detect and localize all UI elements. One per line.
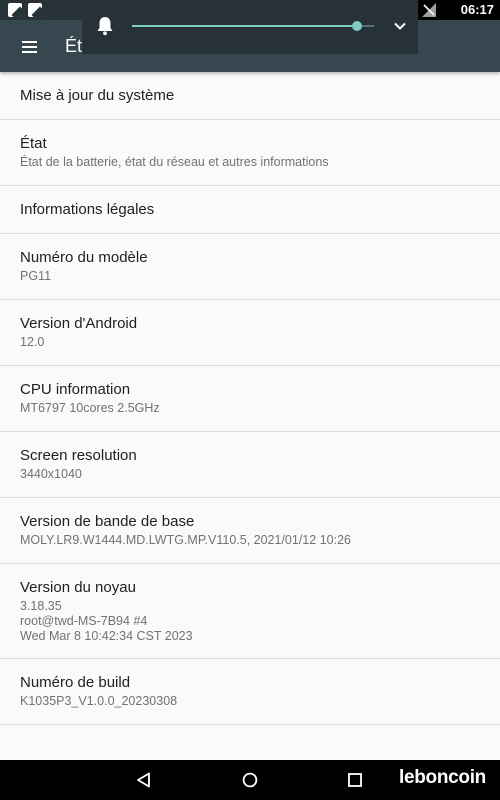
notification-icon bbox=[8, 3, 22, 17]
setting-value: K1035P3_V1.0.0_20230308 bbox=[20, 694, 178, 708]
setting-cpu-info[interactable]: CPU information MT6797 10cores 2.5GHz bbox=[0, 366, 500, 432]
chevron-down-icon[interactable] bbox=[393, 19, 407, 33]
notification-icon bbox=[28, 3, 42, 17]
setting-title: CPU information bbox=[20, 381, 131, 398]
setting-legal-info[interactable]: Informations légales bbox=[0, 186, 500, 234]
setting-title: Numéro de build bbox=[20, 674, 131, 691]
setting-value-line: 3.18.35 bbox=[20, 599, 62, 613]
setting-value: MT6797 10cores 2.5GHz bbox=[20, 401, 160, 415]
setting-value-line: Wed Mar 8 10:42:34 CST 2023 bbox=[20, 629, 193, 643]
setting-value: 3440x1040 bbox=[20, 467, 82, 481]
volume-fill bbox=[132, 25, 358, 27]
setting-build-number[interactable]: Numéro de build K1035P3_V1.0.0_20230308 bbox=[0, 659, 500, 725]
volume-thumb[interactable] bbox=[352, 21, 363, 31]
setting-screen-resolution[interactable]: Screen resolution 3440x1040 bbox=[0, 432, 500, 498]
system-icons: 06:17 bbox=[418, 0, 500, 20]
setting-title: Version d'Android bbox=[20, 315, 138, 332]
no-signal-icon bbox=[422, 3, 436, 17]
setting-status[interactable]: État État de la batterie, état du réseau… bbox=[0, 120, 500, 186]
home-icon[interactable] bbox=[242, 772, 258, 788]
setting-summary: État de la batterie, état du réseau et a… bbox=[20, 155, 329, 169]
setting-baseband-version[interactable]: Version de bande de base MOLY.LR9.W1444.… bbox=[0, 498, 500, 564]
setting-title: Version du noyau bbox=[20, 579, 136, 596]
menu-icon[interactable] bbox=[20, 38, 40, 54]
setting-title: Informations légales bbox=[20, 201, 155, 218]
back-icon[interactable] bbox=[136, 772, 152, 788]
setting-system-update[interactable]: Mise à jour du système bbox=[0, 72, 500, 120]
volume-panel bbox=[82, 0, 418, 54]
setting-value-line: root@twd-MS-7B94 #4 bbox=[20, 614, 148, 628]
setting-android-version[interactable]: Version d'Android 12.0 bbox=[0, 300, 500, 366]
bell-icon[interactable] bbox=[96, 16, 114, 36]
setting-title: Numéro du modèle bbox=[20, 249, 148, 266]
volume-slider[interactable] bbox=[132, 21, 374, 31]
setting-value: 12.0 bbox=[20, 335, 45, 349]
setting-value: PG11 bbox=[20, 269, 52, 283]
setting-title: Mise à jour du système bbox=[20, 87, 175, 104]
setting-value: MOLY.LR9.W1444.MD.LWTG.MP.V110.5, 2021/0… bbox=[20, 533, 351, 547]
setting-title: Screen resolution bbox=[20, 447, 137, 464]
setting-model-number[interactable]: Numéro du modèle PG11 bbox=[0, 234, 500, 300]
settings-list: Mise à jour du système État État de la b… bbox=[0, 72, 500, 725]
navigation-bar: leboncoin bbox=[0, 760, 500, 800]
status-time: 06:17 bbox=[460, 2, 494, 17]
leboncoin-watermark: leboncoin bbox=[398, 767, 486, 788]
setting-title: État bbox=[20, 135, 47, 152]
setting-kernel-version[interactable]: Version du noyau 3.18.35 root@twd-MS-7B9… bbox=[0, 564, 500, 659]
recents-icon[interactable] bbox=[348, 773, 362, 787]
setting-title: Version de bande de base bbox=[20, 513, 195, 530]
